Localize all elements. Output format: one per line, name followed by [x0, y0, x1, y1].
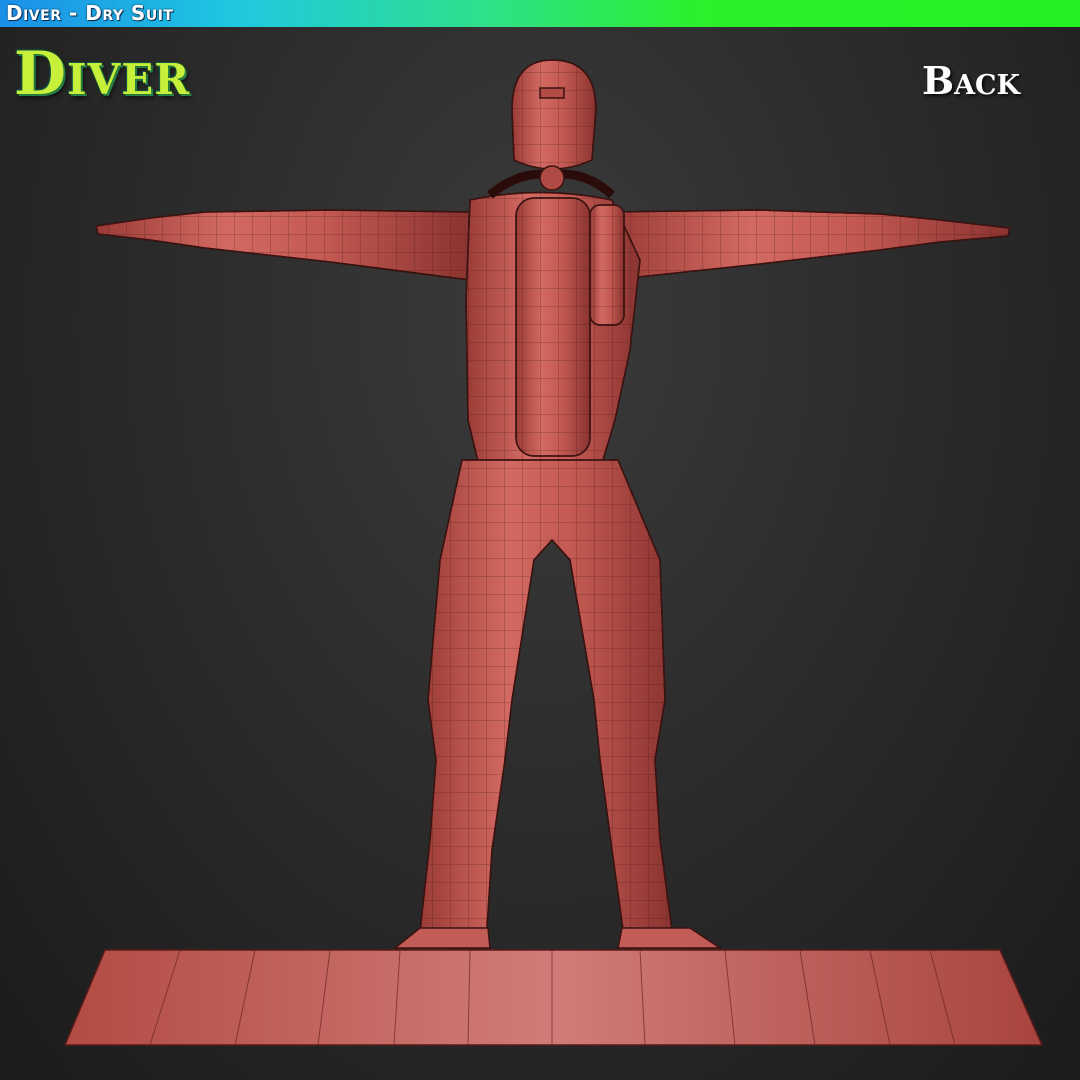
- base-plate: [63, 949, 1044, 1046]
- model-viewport: [63, 59, 1044, 1046]
- diver-model-illustration: [95, 59, 1011, 949]
